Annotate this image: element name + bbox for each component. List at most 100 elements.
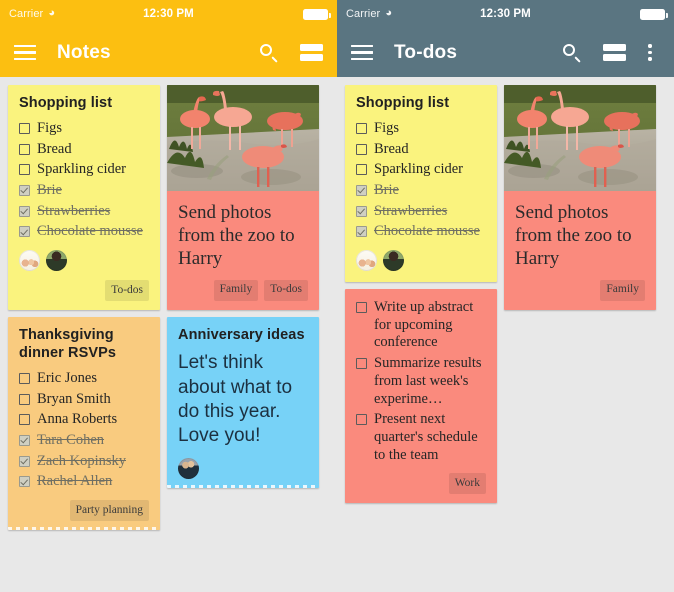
page-title: Notes [57, 41, 111, 63]
board-column-right: Send photos from the zoo to Harry Family… [167, 85, 319, 488]
checkbox-icon[interactable] [356, 414, 367, 426]
checklist-item[interactable]: Write up abstract for upcoming conferenc… [356, 299, 486, 352]
collaborator-avatar-2 [46, 250, 67, 272]
checklist-item[interactable]: Summarize results from last week's exper… [356, 355, 486, 408]
note-card-anniversary-ideas[interactable]: Anniversary ideas Let's think about what… [167, 316, 319, 488]
checkbox-icon[interactable] [19, 414, 30, 426]
notes-board[interactable]: Shopping list Figs Bread Sparkling cider… [0, 77, 337, 592]
checkbox-checked-icon[interactable] [19, 226, 30, 238]
checkbox-checked-icon[interactable] [19, 185, 30, 197]
checklist-item[interactable]: Present next quarter's schedule to the t… [356, 411, 486, 464]
note-card-send-photos[interactable]: Send photos from the zoo to Harry Family [504, 85, 656, 310]
board-column-left: Shopping list Figs Bread Sparkling cider… [345, 85, 497, 504]
card-title: Thanksgiving dinner RSVPs [19, 327, 117, 362]
card-body: Shopping list Figs Bread Sparkling cider… [345, 85, 497, 282]
card-body: Send photos from the zoo to Harry Family… [167, 191, 319, 310]
checklist-item-label: Zach Kopinsky [37, 452, 126, 469]
page-title: To-dos [394, 41, 458, 63]
checklist-item[interactable]: Strawberries [19, 203, 149, 221]
list-view-toggle-icon[interactable] [300, 44, 323, 61]
checkbox-checked-icon[interactable] [356, 185, 367, 197]
status-bar-todos: Carrier ◕ 12:30 PM [337, 0, 674, 28]
note-card-shopping-list[interactable]: Shopping list Figs Bread Sparkling cider… [8, 85, 160, 311]
checklist-item[interactable]: Chocolate mousse [19, 223, 149, 241]
label-chip[interactable]: Party planning [69, 500, 149, 522]
checkbox-checked-icon[interactable] [356, 226, 367, 238]
checklist-item-label: Summarize results from last week's exper… [374, 355, 482, 407]
checklist-item-label: Write up abstract for upcoming conferenc… [374, 299, 474, 351]
checklist-item[interactable]: Bryan Smith [19, 391, 149, 409]
checkbox-checked-icon[interactable] [356, 205, 367, 217]
battery-area [640, 8, 668, 20]
list-view-toggle-icon[interactable] [603, 44, 626, 61]
phone-todos: Carrier ◕ 12:30 PM To-dos Shopping list [337, 0, 674, 592]
checklist-item-label: Figs [37, 119, 62, 136]
checklist-item[interactable]: Brie [356, 182, 486, 200]
checkbox-icon[interactable] [356, 122, 367, 134]
checkbox-icon[interactable] [19, 373, 30, 385]
checklist-item[interactable]: Figs [19, 120, 149, 138]
label-chip[interactable]: To-dos [264, 279, 308, 301]
checklist-item-label: Tara Cohen [37, 432, 105, 449]
checklist-item-label: Present next quarter's schedule to the t… [374, 411, 478, 463]
label-chip[interactable]: Work [448, 473, 486, 495]
carrier-label: Carrier [346, 8, 381, 20]
board-column-left: Shopping list Figs Bread Sparkling cider… [8, 85, 160, 531]
checkbox-icon[interactable] [356, 143, 367, 155]
checklist-item-label: Sparkling cider [37, 161, 126, 178]
wifi-icon: ◕ [48, 6, 56, 19]
checklist-item[interactable]: Sparkling cider [19, 161, 149, 179]
hamburger-menu-icon[interactable] [14, 44, 36, 61]
label-chip[interactable]: Family [600, 279, 645, 301]
checklist-item[interactable]: Bread [19, 141, 149, 159]
checkbox-icon[interactable] [19, 122, 30, 134]
checklist-item-label: Anna Roberts [37, 411, 118, 428]
status-bar-notes: Carrier ◕ 12:30 PM [0, 0, 337, 28]
card-body: Send photos from the zoo to Harry Family [504, 191, 656, 310]
search-icon[interactable] [561, 42, 583, 64]
checklist-item[interactable]: Brie [19, 182, 149, 200]
checklist-item[interactable]: Sparkling cider [356, 161, 486, 179]
note-card-send-photos[interactable]: Send photos from the zoo to Harry Family… [167, 85, 319, 310]
checkbox-checked-icon[interactable] [19, 205, 30, 217]
hamburger-menu-icon[interactable] [351, 44, 373, 61]
checklist-item-label: Strawberries [37, 202, 111, 219]
checklist-item[interactable]: Chocolate mousse [356, 223, 486, 241]
board-column-right: Send photos from the zoo to Harry Family [504, 85, 656, 310]
checklist-item-label: Brie [374, 182, 399, 199]
checklist-item[interactable]: Anna Roberts [19, 411, 149, 429]
checklist-item[interactable]: Bread [356, 141, 486, 159]
label-chip[interactable]: To-dos [105, 280, 149, 302]
note-card-shopping-list[interactable]: Shopping list Figs Bread Sparkling cider… [345, 85, 497, 283]
checklist-item-label: Bread [374, 140, 409, 157]
note-card-work-tasks[interactable]: Write up abstract for upcoming conferenc… [345, 289, 497, 504]
carrier-area: Carrier ◕ [346, 7, 392, 20]
todos-board[interactable]: Shopping list Figs Bread Sparkling cider… [337, 77, 674, 592]
checklist-item[interactable]: Eric Jones [19, 370, 149, 388]
checkbox-checked-icon[interactable] [19, 455, 30, 467]
note-card-thanksgiving-rsvps[interactable]: Thanksgiving dinner RSVPs Eric Jones Bry… [8, 317, 160, 531]
checklist-item[interactable]: Figs [356, 120, 486, 138]
checklist-item[interactable]: Rachel Allen [19, 473, 149, 491]
search-icon[interactable] [258, 42, 280, 64]
checkbox-icon[interactable] [19, 164, 30, 176]
checklist-item[interactable]: Zach Kopinsky [19, 453, 149, 471]
checkbox-checked-icon[interactable] [19, 435, 30, 447]
label-chip[interactable]: Family [213, 279, 259, 301]
checkbox-icon[interactable] [356, 358, 367, 370]
overflow-menu-icon[interactable] [640, 43, 660, 63]
card-title: Shopping list [356, 95, 450, 111]
checkbox-icon[interactable] [19, 143, 30, 155]
checklist-item-label: Strawberries [374, 202, 448, 219]
checklist-item[interactable]: Strawberries [356, 203, 486, 221]
battery-icon [303, 8, 331, 20]
checkbox-checked-icon[interactable] [19, 476, 30, 488]
checklist: Figs Bread Sparkling cider Brie Strawber… [19, 120, 149, 241]
checklist-item-label: Eric Jones [37, 370, 97, 387]
checkbox-icon[interactable] [356, 302, 367, 314]
checkbox-icon[interactable] [19, 393, 30, 405]
checklist-item[interactable]: Tara Cohen [19, 432, 149, 450]
card-text: Send photos from the zoo to Harry [178, 202, 295, 270]
checkbox-icon[interactable] [356, 164, 367, 176]
card-title: Shopping list [19, 95, 113, 111]
